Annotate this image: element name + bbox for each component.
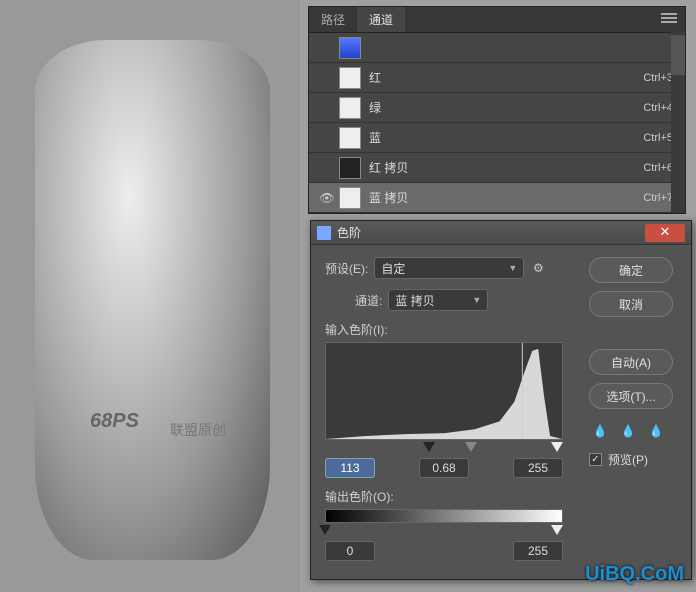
eyedropper-black-icon[interactable]: 💧 [589,421,611,441]
tab-channels[interactable]: 通道 [357,7,405,32]
gamma-input[interactable]: 0.68 [419,458,469,478]
output-black-input[interactable]: 0 [325,541,375,561]
preset-label: 预设(E): [325,260,368,277]
channel-name: 绿 [369,99,643,116]
cancel-button[interactable]: 取消 [589,291,673,317]
channel-name: 红 [369,69,643,86]
channel-name: 蓝 [369,129,643,146]
panel-tabs: 路径 通道 [309,7,685,33]
gear-icon[interactable]: ⚙ [530,260,546,276]
close-button[interactable]: ✕ [645,224,685,242]
channel-thumb [339,187,361,209]
channel-shortcut: Ctrl+5 [643,132,673,144]
eyedropper-gray-icon[interactable]: 💧 [617,421,639,441]
channel-shortcut: Ctrl+6 [643,162,673,174]
channel-shortcut: Ctrl+7 [643,192,673,204]
visibility-toggle[interactable]: 👁 [315,191,339,205]
channels-panel: 路径 通道 红 Ctrl+3 绿 Ctrl+4 蓝 Ctrl+5 [308,6,686,214]
output-black-slider[interactable] [319,525,331,535]
uibq-watermark: UiBQ.CoM [585,563,684,586]
output-slider[interactable] [325,525,563,537]
channel-select[interactable]: 蓝 拷贝 ▼ [388,289,488,311]
channel-row-red-copy[interactable]: 红 拷贝 Ctrl+6 [309,153,685,183]
eyedropper-white-icon[interactable]: 💧 [645,421,667,441]
ok-button[interactable]: 确定 [589,257,673,283]
black-point-input[interactable]: 113 [325,458,375,478]
scrollbar[interactable] [671,31,685,213]
watermark-main: 68PS [90,410,139,433]
tab-paths[interactable]: 路径 [309,7,357,32]
channel-thumb [339,97,361,119]
channel-select-value: 蓝 拷贝 [395,292,434,309]
channel-shortcut: Ctrl+4 [643,102,673,114]
watermark-sub: 联盟原创 [170,420,226,440]
channel-row-rgb[interactable] [309,33,685,63]
channel-row-green[interactable]: 绿 Ctrl+4 [309,93,685,123]
output-gradient[interactable] [325,509,563,523]
channel-shortcut: Ctrl+3 [643,72,673,84]
scroll-thumb[interactable] [671,35,685,75]
levels-dialog: 色阶 ✕ 预设(E): 自定 ▼ ⚙ 通道: 蓝 拷贝 ▼ 输入色阶(I): [310,220,692,580]
channel-row-red[interactable]: 红 Ctrl+3 [309,63,685,93]
bottle-image [35,40,270,560]
histogram[interactable] [325,342,563,440]
channel-name: 蓝 拷贝 [369,189,643,206]
channel-row-blue-copy[interactable]: 👁 蓝 拷贝 Ctrl+7 [309,183,685,213]
preview-checkbox[interactable]: ✓ [589,453,602,466]
auto-button[interactable]: 自动(A) [589,349,673,375]
white-point-input[interactable]: 255 [513,458,563,478]
channel-list: 红 Ctrl+3 绿 Ctrl+4 蓝 Ctrl+5 红 拷贝 Ctrl+6 👁… [309,33,685,213]
output-levels-label: 输出色阶(O): [325,488,573,505]
options-button[interactable]: 选项(T)... [589,383,673,409]
channel-name: 红 拷贝 [369,159,643,176]
chevron-down-icon: ▼ [472,295,481,305]
output-white-slider[interactable] [551,525,563,535]
preset-value: 自定 [381,260,405,277]
dialog-icon [317,226,331,240]
output-white-input[interactable]: 255 [513,541,563,561]
channel-row-blue[interactable]: 蓝 Ctrl+5 [309,123,685,153]
preset-select[interactable]: 自定 ▼ [374,257,524,279]
panel-menu-icon[interactable] [661,13,677,23]
titlebar[interactable]: 色阶 ✕ [311,221,691,245]
chevron-down-icon: ▼ [508,263,517,273]
input-levels-label: 输入色阶(I): [325,321,573,338]
gamma-slider[interactable] [465,442,477,452]
canvas: 68PS 联盟原创 [0,0,300,592]
black-point-slider[interactable] [423,442,435,452]
input-slider[interactable] [325,442,563,454]
white-point-slider[interactable] [551,442,563,452]
dialog-title: 色阶 [337,224,645,241]
channel-thumb [339,37,361,59]
channel-thumb [339,67,361,89]
preview-label: 预览(P) [608,451,648,468]
channel-thumb [339,157,361,179]
channel-thumb [339,127,361,149]
channel-label: 通道: [355,292,382,309]
